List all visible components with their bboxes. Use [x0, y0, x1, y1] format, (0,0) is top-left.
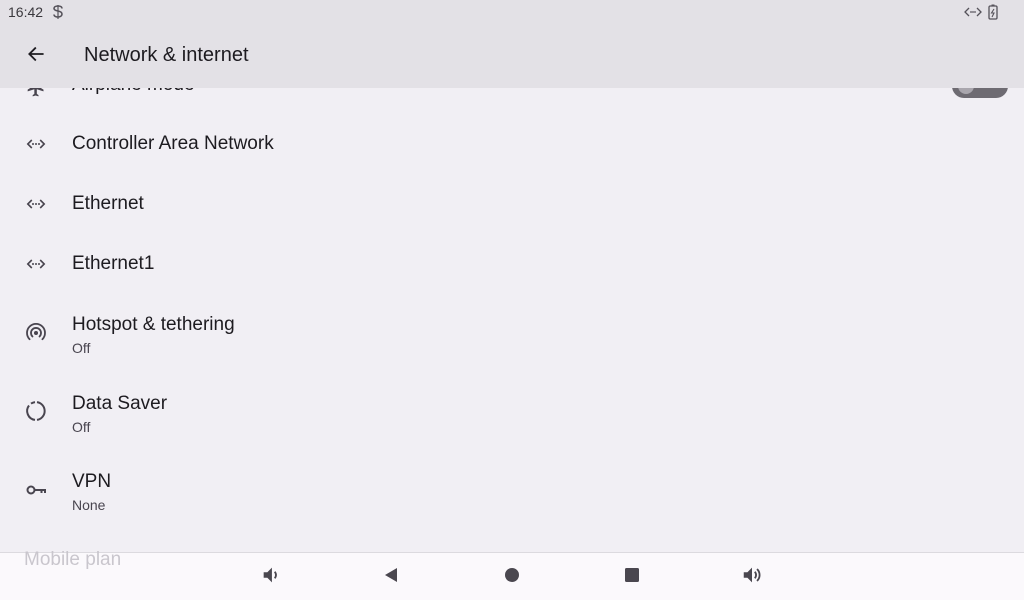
list-item-vpn[interactable]: VPN None	[0, 454, 1024, 532]
arrow-back-icon	[26, 44, 46, 69]
list-item-data-saver[interactable]: Data Saver Off	[0, 375, 1024, 453]
home-circle-icon	[504, 567, 520, 588]
item-title: Ethernet	[72, 193, 144, 214]
item-subtitle: Off	[72, 340, 91, 356]
vpn-key-icon	[24, 478, 48, 502]
recents-square-icon	[624, 567, 640, 588]
ethernet-icon	[24, 252, 48, 276]
ethernet-icon	[24, 192, 48, 216]
back-triangle-icon	[382, 566, 400, 589]
battery-charging-icon	[988, 4, 998, 25]
item-title: Ethernet1	[72, 253, 155, 274]
list-item-hotspot-tethering[interactable]: Hotspot & tethering Off	[0, 296, 1024, 374]
volume-up-icon	[741, 564, 763, 591]
item-title: VPN	[72, 471, 112, 492]
list-item-mobile-plan[interactable]: Mobile plan	[24, 549, 121, 571]
status-icons	[964, 4, 998, 25]
settings-screen: Airplane mode Controller Area Network Et…	[0, 0, 1024, 600]
volume-up-button[interactable]	[738, 563, 766, 591]
app-bar: 16:42 Network & internet	[0, 0, 1024, 88]
list-item-ethernet[interactable]: Ethernet	[0, 174, 1024, 234]
sync-icon	[51, 4, 65, 20]
home-nav-button[interactable]	[498, 563, 526, 591]
list-item-controller-area-network[interactable]: Controller Area Network	[0, 114, 1024, 174]
volume-down-button[interactable]	[257, 563, 285, 591]
data-saver-icon	[24, 399, 48, 423]
list-item-ethernet1[interactable]: Ethernet1	[0, 234, 1024, 294]
item-title: Controller Area Network	[72, 133, 274, 154]
item-title: Hotspot & tethering	[72, 314, 235, 335]
system-nav-bar	[0, 552, 1024, 600]
item-title: Data Saver	[72, 393, 168, 414]
back-button[interactable]	[20, 40, 52, 72]
page-title: Network & internet	[84, 44, 249, 66]
network-arrows-icon	[964, 5, 982, 24]
ethernet-icon	[24, 132, 48, 156]
back-nav-button[interactable]	[377, 563, 405, 591]
volume-down-icon	[260, 564, 282, 591]
recents-nav-button[interactable]	[618, 563, 646, 591]
status-time: 16:42	[8, 4, 44, 20]
item-subtitle: None	[72, 497, 106, 513]
hotspot-icon	[24, 320, 48, 344]
item-subtitle: Off	[72, 419, 91, 435]
